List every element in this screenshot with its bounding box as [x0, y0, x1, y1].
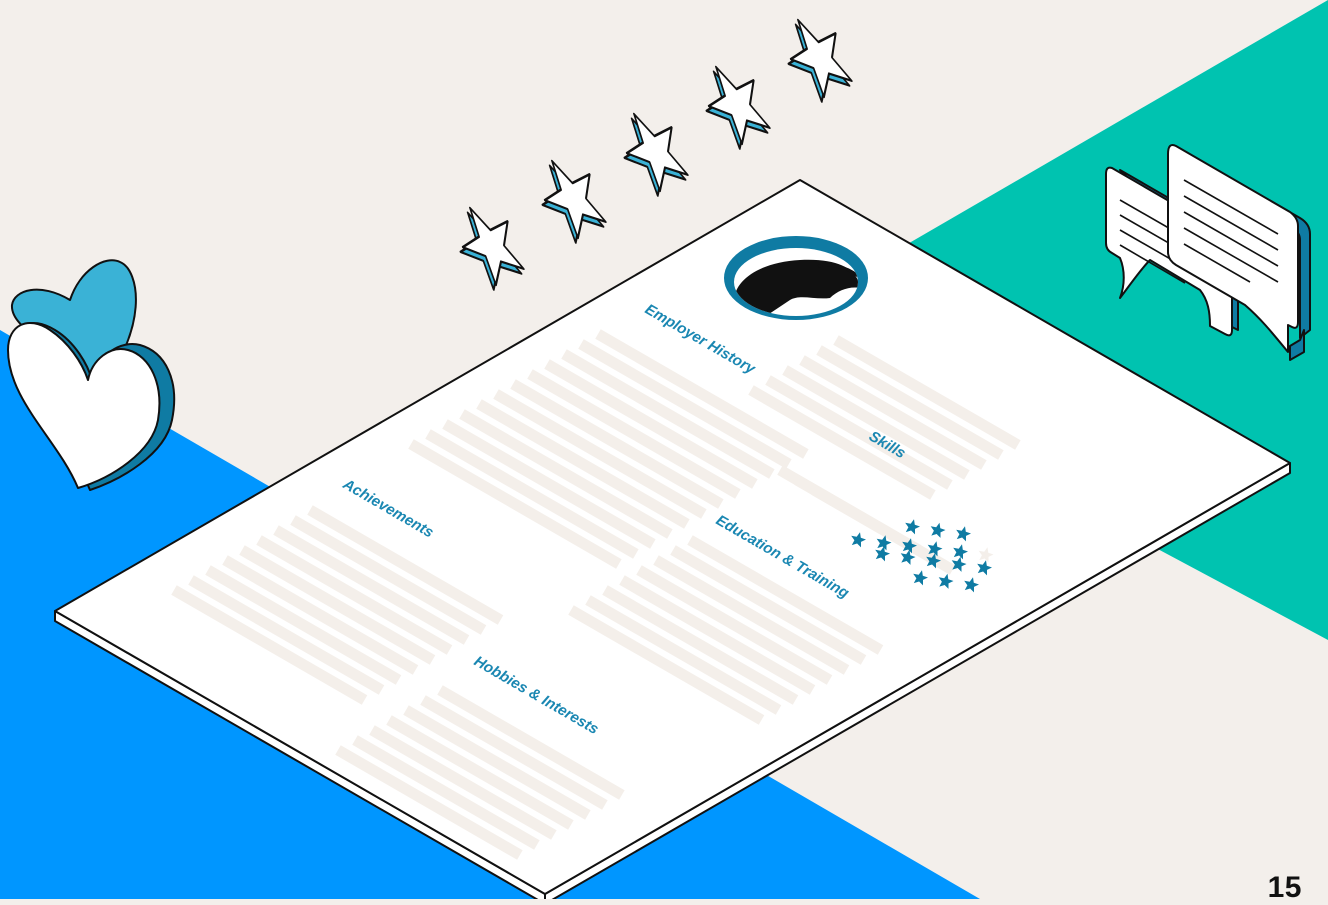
rating-star [623, 112, 689, 197]
rating-star [541, 159, 607, 244]
avatar-icon [724, 236, 868, 320]
rating-star [787, 18, 853, 103]
page-number: 15 [1267, 871, 1302, 904]
rating-star [459, 206, 525, 291]
rating-star [705, 65, 771, 150]
scene: Employer History Skills Achievements Edu… [0, 0, 1328, 899]
